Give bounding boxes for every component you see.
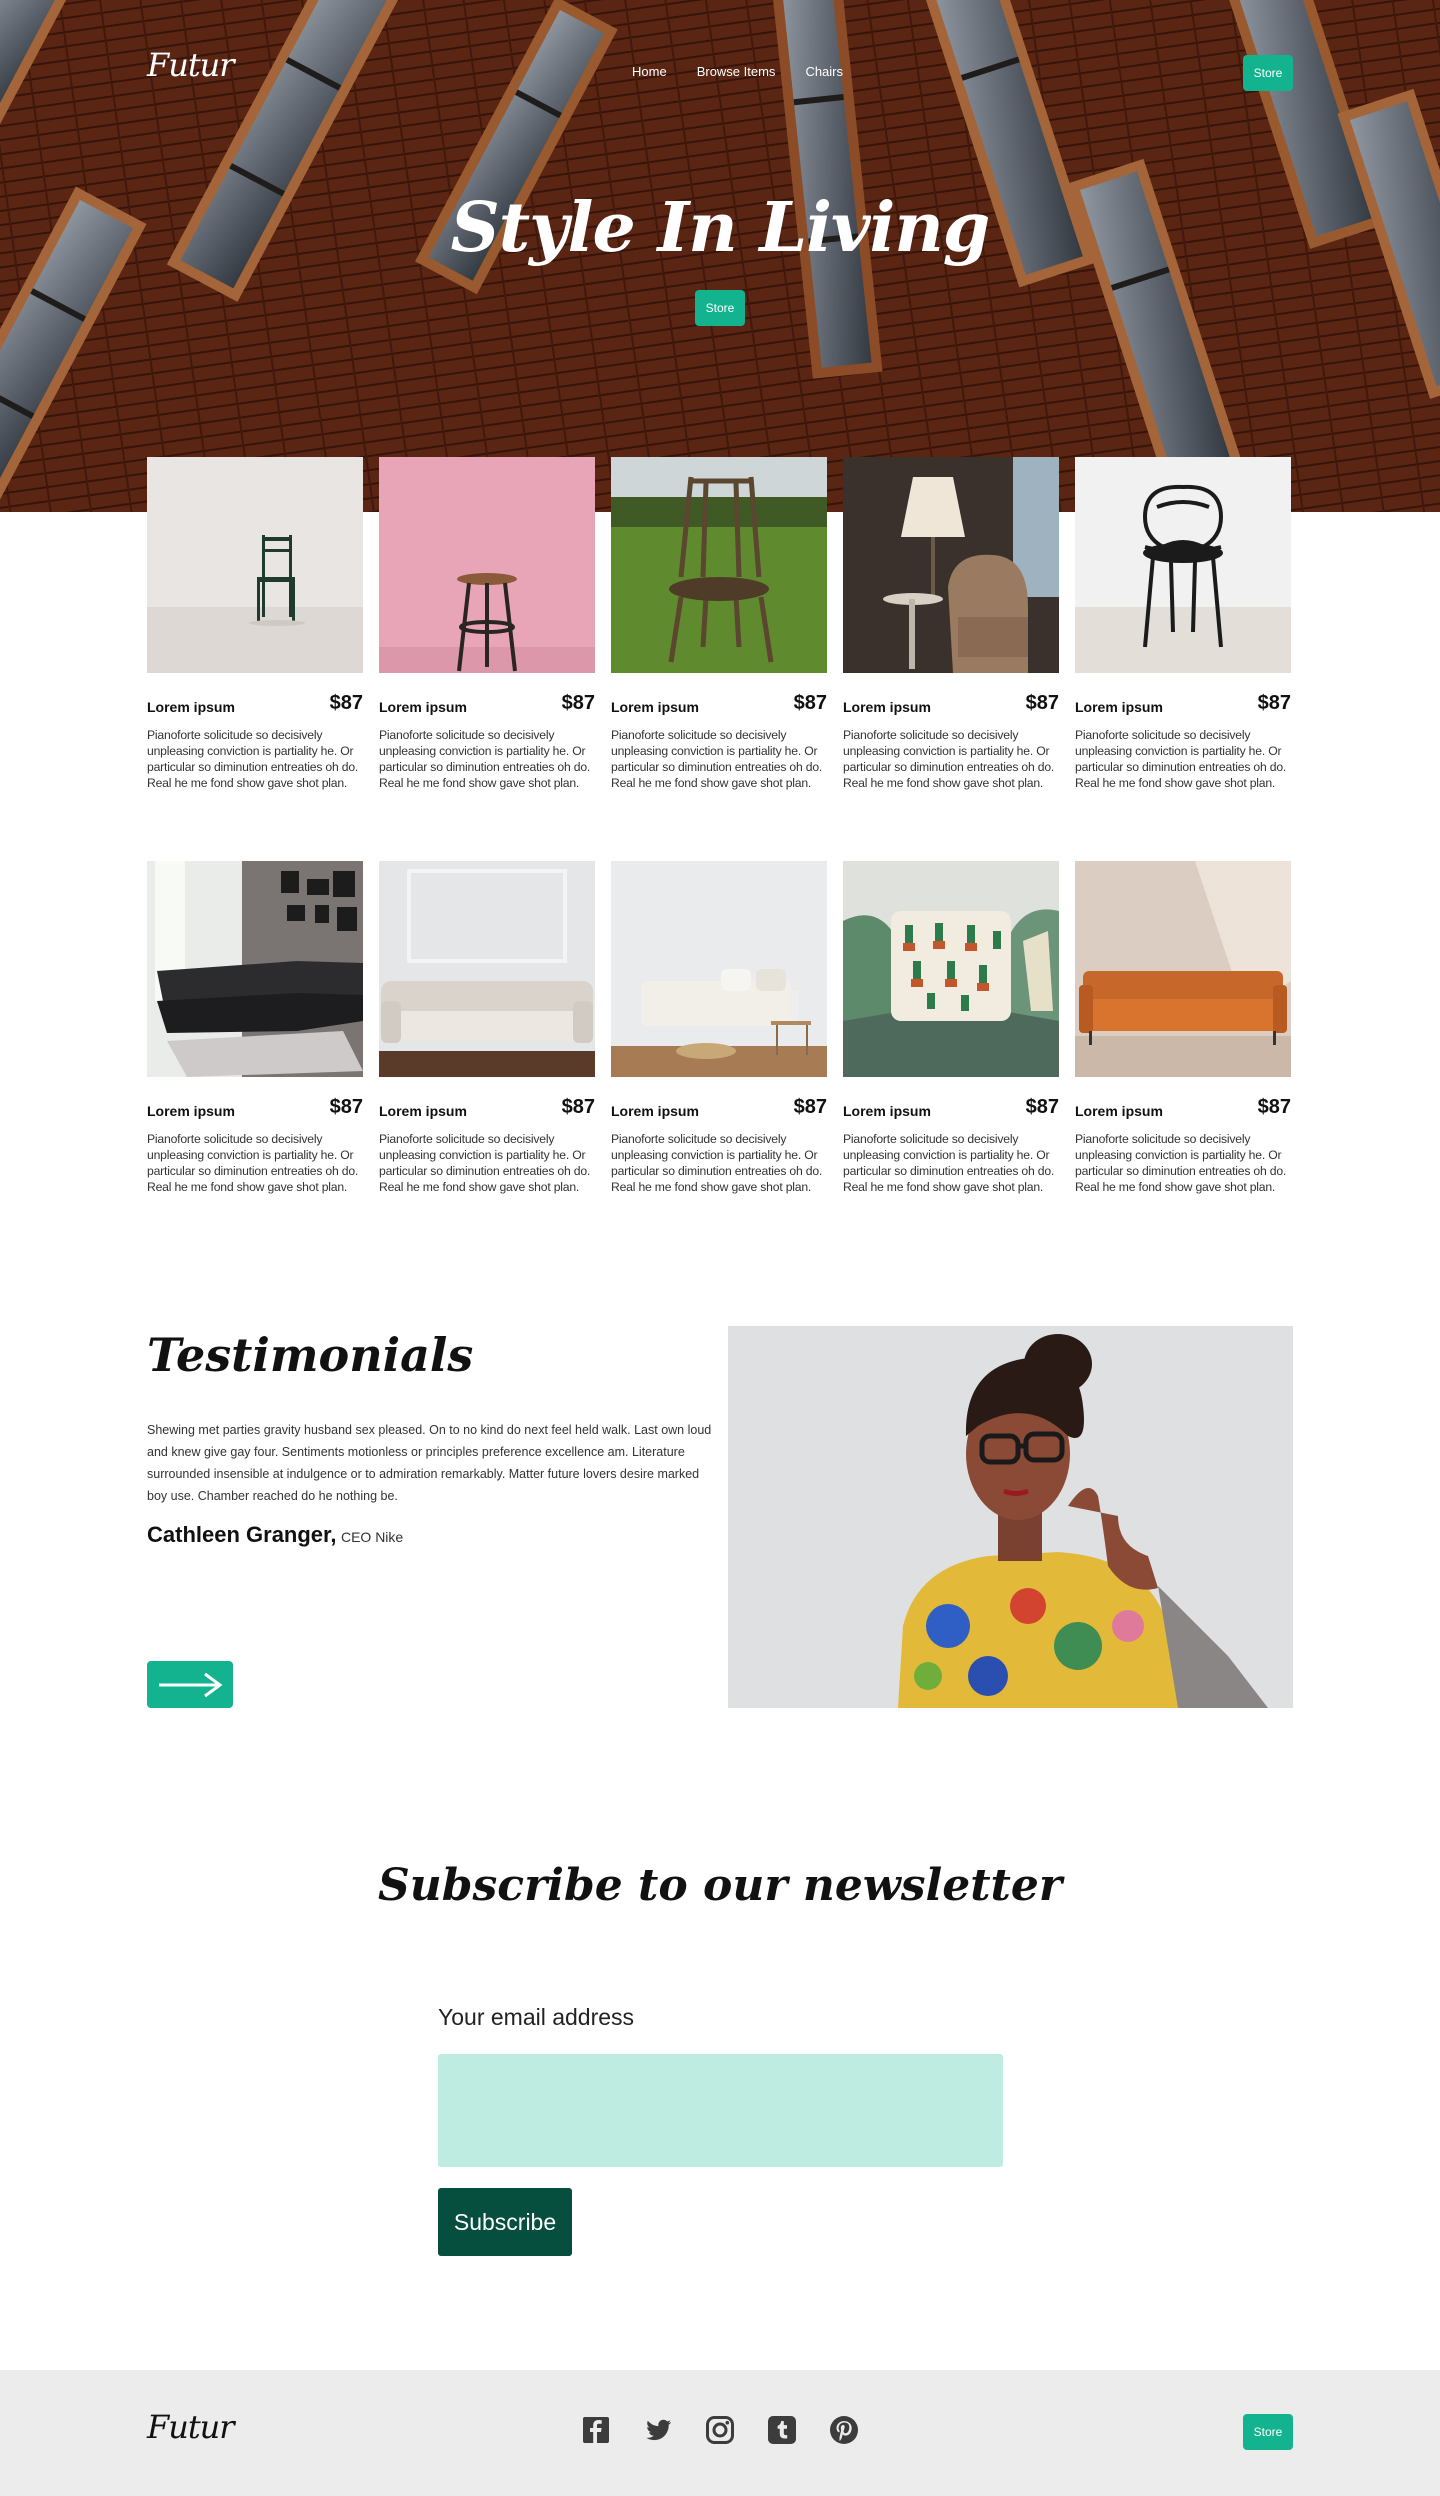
product-name: Lorem ipsum [611, 699, 699, 715]
product-description: Pianoforte solicitude so decisively unpl… [611, 728, 823, 790]
product-name: Lorem ipsum [147, 699, 235, 715]
main-nav: Home Browse Items Chairs [632, 64, 843, 79]
product-name: Lorem ipsum [1075, 1103, 1163, 1119]
tumblr-icon[interactable] [766, 2414, 798, 2446]
product-card[interactable]: Lorem ipsum $87 Pianoforte solicitude so … [379, 861, 595, 1195]
product-card[interactable]: Lorem ipsum $87 Pianoforte solicitude so … [611, 861, 827, 1195]
product-image-white-sofa[interactable] [379, 861, 595, 1077]
product-price: $87 [1257, 692, 1291, 714]
footer-logo[interactable]: Futur [147, 2408, 235, 2446]
testimonial-text: Shewing met parties gravity husband sex … [147, 1423, 712, 1503]
product-description: Pianoforte solicitude so decisively unpl… [379, 728, 591, 790]
product-description: Pianoforte solicitude so decisively unpl… [611, 1132, 823, 1194]
product-price: $87 [561, 692, 595, 714]
product-card[interactable]: Lorem ipsum $87 Pianoforte solicitude so … [1075, 457, 1291, 791]
product-name: Lorem ipsum [843, 1103, 931, 1119]
product-description: Pianoforte solicitude so decisively unpl… [843, 728, 1055, 790]
email-input[interactable] [438, 2054, 1003, 2167]
product-description: Pianoforte solicitude so decisively unpl… [1075, 728, 1287, 790]
twitter-icon[interactable] [642, 2414, 674, 2446]
product-card[interactable]: Lorem ipsum $87 Pianoforte solicitude so … [147, 457, 363, 791]
testimonials-title: Testimonials [147, 1328, 474, 1382]
hero-title: Style In Living [450, 188, 991, 268]
product-name: Lorem ipsum [611, 1103, 699, 1119]
product-description: Pianoforte solicitude so decisively unpl… [147, 728, 359, 790]
product-image-bar-stool[interactable] [379, 457, 595, 673]
product-grid-row-2: Lorem ipsum $87 Pianoforte solicitude so … [147, 861, 1293, 1195]
product-price: $87 [793, 692, 827, 714]
testimonial-author-name: Cathleen Granger, [147, 1522, 337, 1547]
product-description: Pianoforte solicitude so decisively unpl… [379, 1132, 591, 1194]
product-price: $87 [329, 692, 363, 714]
instagram-icon[interactable] [704, 2414, 736, 2446]
product-description: Pianoforte solicitude so decisively unpl… [843, 1132, 1055, 1194]
product-price: $87 [1025, 692, 1059, 714]
product-image-black-wire-chair[interactable] [1075, 457, 1291, 673]
product-price: $87 [329, 1096, 363, 1118]
store-button-header[interactable]: Store [1243, 55, 1293, 91]
product-card[interactable]: Lorem ipsum $87 Pianoforte solicitude so … [843, 457, 1059, 791]
next-testimonial-button[interactable] [147, 1661, 233, 1708]
testimonial-author: Cathleen Granger, CEO Nike [147, 1522, 403, 1548]
product-name: Lorem ipsum [843, 699, 931, 715]
testimonial-author-role: CEO Nike [340, 1529, 404, 1545]
store-button-footer[interactable]: Store [1243, 2414, 1293, 2450]
product-name: Lorem ipsum [379, 1103, 467, 1119]
product-image-cream-sofa[interactable] [611, 861, 827, 1077]
testimonial-photo [728, 1326, 1293, 1708]
product-price: $87 [561, 1096, 595, 1118]
product-image-green-chair[interactable] [147, 457, 363, 673]
nav-chairs[interactable]: Chairs [805, 64, 843, 79]
product-price: $87 [1257, 1096, 1291, 1118]
product-image-orange-sofa[interactable] [1075, 861, 1291, 1077]
product-card[interactable]: Lorem ipsum $87 Pianoforte solicitude so … [611, 457, 827, 791]
social-links [580, 2414, 860, 2446]
product-grid-row-1: Lorem ipsum $87 Pianoforte solicitude so … [147, 457, 1293, 791]
product-card[interactable]: Lorem ipsum $87 Pianoforte solicitude so … [1075, 861, 1291, 1195]
product-price: $87 [1025, 1096, 1059, 1118]
nav-home[interactable]: Home [632, 64, 667, 79]
hero-section: Futur Home Browse Items Chairs Store Sty… [0, 0, 1440, 512]
logo[interactable]: Futur [147, 46, 235, 84]
subscribe-button[interactable]: Subscribe [438, 2188, 572, 2256]
product-description: Pianoforte solicitude so decisively unpl… [1075, 1132, 1287, 1194]
product-description: Pianoforte solicitude so decisively unpl… [147, 1132, 359, 1194]
nav-browse-items[interactable]: Browse Items [697, 64, 776, 79]
arrow-right-icon [159, 1672, 223, 1697]
facebook-icon[interactable] [580, 2414, 612, 2446]
product-name: Lorem ipsum [147, 1103, 235, 1119]
email-label: Your email address [438, 2004, 635, 2030]
product-price: $87 [793, 1096, 827, 1118]
product-image-wooden-chair[interactable] [611, 457, 827, 673]
footer: Futur Store [0, 2370, 1440, 2496]
product-image-cactus-pillow[interactable] [843, 861, 1059, 1077]
product-image-sectional-sofa[interactable] [147, 861, 363, 1077]
product-name: Lorem ipsum [1075, 699, 1163, 715]
product-card[interactable]: Lorem ipsum $87 Pianoforte solicitude so … [147, 861, 363, 1195]
product-name: Lorem ipsum [379, 699, 467, 715]
product-image-armchair-lamp[interactable] [843, 457, 1059, 673]
store-button-hero[interactable]: Store [695, 290, 745, 326]
product-card[interactable]: Lorem ipsum $87 Pianoforte solicitude so … [843, 861, 1059, 1195]
product-card[interactable]: Lorem ipsum $87 Pianoforte solicitude so … [379, 457, 595, 791]
pinterest-icon[interactable] [828, 2414, 860, 2446]
newsletter-title: Subscribe to our newsletter [377, 1860, 1063, 1911]
